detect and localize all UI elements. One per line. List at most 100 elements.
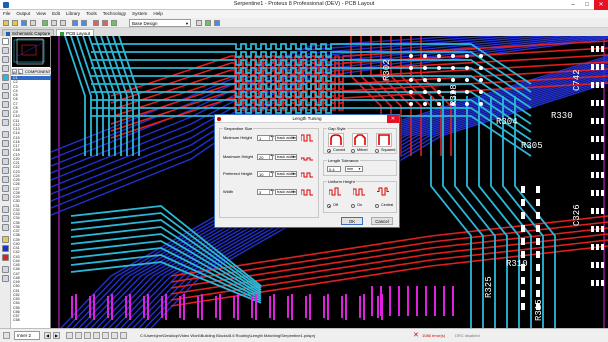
snap-icon[interactable]: [93, 332, 100, 339]
symbol-icon[interactable]: [2, 185, 9, 192]
component-icon[interactable]: [2, 47, 9, 54]
drc-status[interactable]: DRC disabled: [455, 332, 480, 340]
menu-help[interactable]: Help: [150, 10, 165, 18]
track-icon[interactable]: [2, 74, 9, 81]
dimension-icon[interactable]: [2, 119, 9, 126]
size-row-input[interactable]: 10 ▲▼: [257, 171, 275, 177]
layer-visibility-icon[interactable]: [205, 20, 211, 26]
menu-library[interactable]: Library: [63, 10, 83, 18]
metric-icon[interactable]: [102, 332, 109, 339]
new-icon[interactable]: [3, 20, 9, 26]
menu-tools[interactable]: Tools: [83, 10, 100, 18]
menu-edit[interactable]: Edit: [49, 10, 63, 18]
marker-icon[interactable]: [2, 194, 9, 201]
connectivity-icon[interactable]: [2, 110, 9, 117]
redraw-icon[interactable]: [66, 332, 73, 339]
menu-technology[interactable]: Technology: [100, 10, 129, 18]
size-row-input[interactable]: 1 ▲▼: [257, 135, 275, 141]
mirror-icon[interactable]: [2, 215, 9, 222]
via-icon[interactable]: [2, 83, 9, 90]
rotate-icon[interactable]: [2, 206, 9, 213]
circle-icon[interactable]: [2, 149, 9, 156]
error-icon[interactable]: ✕: [413, 332, 419, 339]
uniform-on-radio[interactable]: [351, 204, 355, 208]
path-icon[interactable]: [2, 167, 9, 174]
select-icon[interactable]: [2, 38, 9, 45]
ratsnest-icon[interactable]: [2, 101, 9, 108]
close-button[interactable]: ✕: [594, 0, 608, 10]
layer-inner-icon[interactable]: [2, 254, 9, 261]
menu-file[interactable]: File: [0, 10, 13, 18]
spin-arrows-icon[interactable]: ▲▼: [269, 189, 275, 194]
uniform-off-radio[interactable]: [327, 204, 331, 208]
gap-mitred-radio[interactable]: [351, 149, 355, 153]
gerber-icon[interactable]: [2, 275, 9, 282]
size-row-unit-select[interactable]: track widths ▼: [275, 189, 297, 195]
zone-icon[interactable]: [2, 92, 9, 99]
cut-icon[interactable]: [42, 20, 48, 26]
grid-icon[interactable]: [75, 332, 82, 339]
maximize-button[interactable]: □: [580, 0, 594, 10]
size-row-input[interactable]: 20 ▲▼: [257, 154, 275, 160]
size-row-input[interactable]: 3 ▲▼: [257, 189, 275, 195]
copy-icon[interactable]: [51, 20, 57, 26]
size-row-unit-select[interactable]: track widths ▼: [275, 171, 297, 177]
save-icon[interactable]: [21, 20, 27, 26]
tab-schematic-capture[interactable]: Schematic Capture: [2, 29, 55, 36]
spin-arrows-icon[interactable]: ▲▼: [269, 154, 275, 159]
squared-gap-shape[interactable]: [376, 133, 392, 147]
design-variant-select[interactable]: Base Design ▼: [129, 19, 191, 27]
redo-icon[interactable]: [81, 20, 87, 26]
line-icon[interactable]: [2, 131, 9, 138]
spin-arrows-icon[interactable]: ▲▼: [269, 135, 275, 140]
size-row-unit-select[interactable]: track widths ▼: [275, 135, 297, 141]
spin-arrows-icon[interactable]: ▲▼: [269, 171, 275, 176]
layer-top-icon[interactable]: [2, 236, 9, 243]
variant-options-icon[interactable]: [196, 20, 202, 26]
package-icon[interactable]: [2, 56, 9, 63]
cancel-button[interactable]: Cancel: [371, 217, 393, 225]
layer-toggle-icon[interactable]: [3, 332, 10, 339]
menu-output[interactable]: Output: [13, 10, 33, 18]
origin-icon[interactable]: [84, 332, 91, 339]
ok-button[interactable]: OK: [341, 217, 363, 225]
print-icon[interactable]: [30, 20, 36, 26]
menu-view[interactable]: View: [33, 10, 49, 18]
paste-icon[interactable]: [60, 20, 66, 26]
overview-preview[interactable]: [12, 37, 50, 67]
3d-view-icon[interactable]: [2, 266, 9, 273]
gap-squared-radio[interactable]: [375, 149, 379, 153]
zoom-in-icon[interactable]: [93, 20, 99, 26]
uniform-central-radio[interactable]: [375, 204, 379, 208]
polar-icon[interactable]: [111, 332, 118, 339]
library-button[interactable]: L: [18, 69, 23, 75]
layer-select[interactable]: Inner 2: [14, 331, 40, 340]
rewind-icon[interactable]: ◀: [44, 332, 51, 339]
tolerance-unit-select[interactable]: mm ▼: [345, 166, 363, 172]
pad-icon[interactable]: [2, 65, 9, 72]
tab-pcb-layout[interactable]: PCB Layout: [56, 29, 95, 36]
gap-curved-radio[interactable]: [327, 149, 331, 153]
menu-system[interactable]: System: [129, 10, 150, 18]
flip-icon[interactable]: [2, 224, 9, 231]
box-icon[interactable]: [2, 140, 9, 147]
minimize-button[interactable]: –: [566, 0, 580, 10]
text-icon[interactable]: [2, 176, 9, 183]
layer-bottom-icon[interactable]: [2, 245, 9, 252]
zoom-fit-icon[interactable]: [111, 20, 117, 26]
pick-button[interactable]: P: [12, 69, 17, 75]
curved-gap-shape[interactable]: [328, 133, 344, 147]
arc-icon[interactable]: [2, 158, 9, 165]
mitred-gap-shape[interactable]: [352, 133, 368, 147]
tolerance-input[interactable]: 0.4: [327, 166, 341, 172]
component-list-item[interactable]: C58: [11, 318, 51, 322]
forward-icon[interactable]: ▶: [53, 332, 60, 339]
dialog-close-button[interactable]: ✕: [387, 115, 399, 123]
undo-icon[interactable]: [72, 20, 78, 26]
size-row-unit-select[interactable]: track widths ▼: [275, 154, 297, 160]
open-icon[interactable]: [12, 20, 18, 26]
error-count[interactable]: 1086 error(s): [422, 332, 445, 340]
board-settings-icon[interactable]: [214, 20, 220, 26]
zoom-out-icon[interactable]: [102, 20, 108, 26]
display-icon[interactable]: [120, 332, 127, 339]
